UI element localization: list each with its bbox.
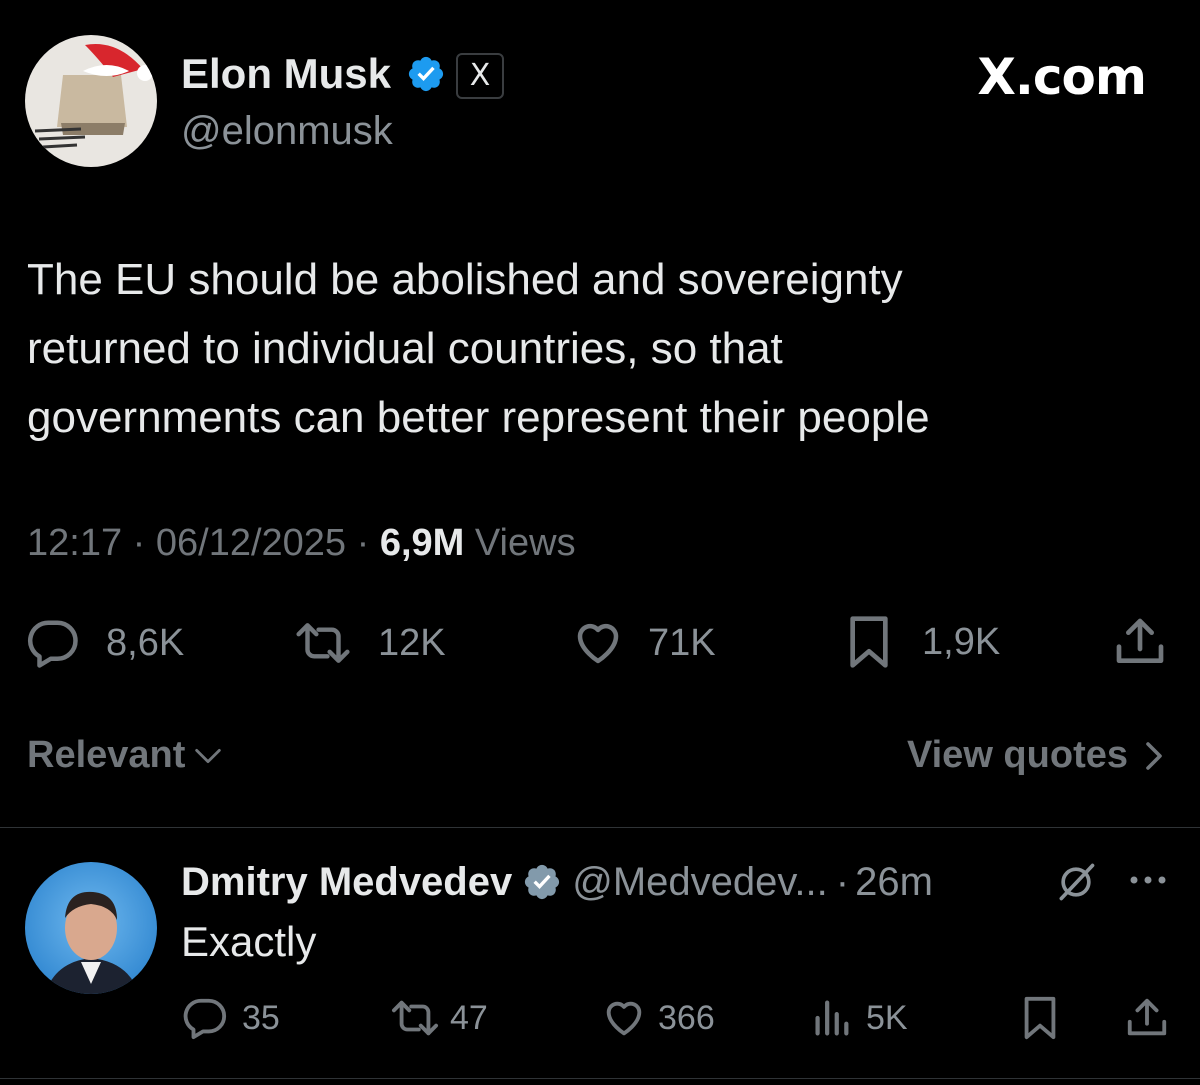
meta-separator: · xyxy=(356,522,370,564)
post-text: The EU should be abolished and sovereign… xyxy=(27,245,930,452)
reply-button[interactable]: 8,6K xyxy=(26,616,184,670)
like-count: 71K xyxy=(648,621,716,664)
bookmark-button[interactable]: 1,9K xyxy=(844,614,1000,670)
heart-icon xyxy=(570,616,626,670)
post-text-line: The EU should be abolished and sovereign… xyxy=(27,255,903,304)
reply-like-button[interactable]: 366 xyxy=(600,995,715,1041)
reply-reply-count: 35 xyxy=(242,998,280,1037)
reply-views-button[interactable]: 5K xyxy=(810,995,908,1041)
bookmark-count: 1,9K xyxy=(922,620,1001,663)
reply-reply-button[interactable]: 35 xyxy=(182,995,280,1041)
post-text-line: returned to individual countries, so tha… xyxy=(27,324,783,373)
repost-count: 12K xyxy=(378,621,446,664)
reply-views-count: 5K xyxy=(866,998,908,1037)
sort-dropdown[interactable]: Relevant xyxy=(27,734,225,777)
grok-icon[interactable] xyxy=(1054,860,1098,904)
verified-gray-badge-icon xyxy=(522,862,562,902)
sort-label: Relevant xyxy=(27,734,186,776)
reply-like-count: 366 xyxy=(658,998,715,1037)
post-meta: 12:17 · 06/12/2025 · 6,9M Views xyxy=(27,520,576,566)
reply-icon xyxy=(182,995,228,1041)
analytics-icon xyxy=(810,995,852,1041)
meta-separator: · xyxy=(132,522,146,564)
x-affiliate-badge[interactable]: X xyxy=(456,53,504,99)
section-divider xyxy=(0,827,1200,828)
x-badge-label: X xyxy=(469,58,491,93)
share-icon[interactable] xyxy=(1112,614,1168,670)
heart-icon xyxy=(600,995,648,1041)
author-handle[interactable]: @elonmusk xyxy=(181,108,393,154)
author-name[interactable]: Elon Musk xyxy=(181,50,391,98)
bookmark-icon xyxy=(844,614,894,670)
like-button[interactable]: 71K xyxy=(570,616,716,670)
reply-bookmark-icon[interactable] xyxy=(1020,995,1060,1041)
reply-author-name[interactable]: Dmitry Medvedev xyxy=(181,858,512,906)
elon-avatar[interactable] xyxy=(25,35,157,167)
view-quotes-link[interactable]: View quotes xyxy=(907,734,1170,777)
site-watermark: X.com xyxy=(977,48,1147,106)
more-options-icon[interactable] xyxy=(1126,870,1170,890)
medvedev-avatar[interactable] xyxy=(25,862,157,994)
chevron-down-icon xyxy=(191,739,225,773)
view-quotes-label: View quotes xyxy=(906,734,1128,776)
verified-badge-icon xyxy=(406,54,446,94)
reply-text: Exactly xyxy=(181,918,317,965)
post-date[interactable]: 06/12/2025 xyxy=(156,522,346,564)
views-count: 6,9M xyxy=(379,522,465,564)
reply-time[interactable]: 26m xyxy=(855,858,933,906)
repost-icon xyxy=(388,995,442,1041)
reply-share-icon[interactable] xyxy=(1124,995,1170,1041)
views-label: Views xyxy=(474,522,576,564)
repost-icon xyxy=(292,616,354,670)
reply-repost-count: 47 xyxy=(450,998,488,1037)
reply-count: 8,6K xyxy=(106,621,185,664)
reply-header: Dmitry Medvedev @Medvedev... · 26m xyxy=(181,858,933,906)
repost-button[interactable]: 12K xyxy=(292,616,446,670)
reply-icon xyxy=(26,616,80,670)
reply-meta-separator: · xyxy=(835,860,850,904)
reply-repost-button[interactable]: 47 xyxy=(388,995,488,1041)
post-text-line: governments can better represent their p… xyxy=(27,393,930,442)
chevron-right-icon xyxy=(1138,738,1170,774)
reply-author-handle[interactable]: @Medvedev... xyxy=(572,858,828,906)
bottom-divider xyxy=(0,1078,1200,1079)
post-time[interactable]: 12:17 xyxy=(27,522,122,564)
